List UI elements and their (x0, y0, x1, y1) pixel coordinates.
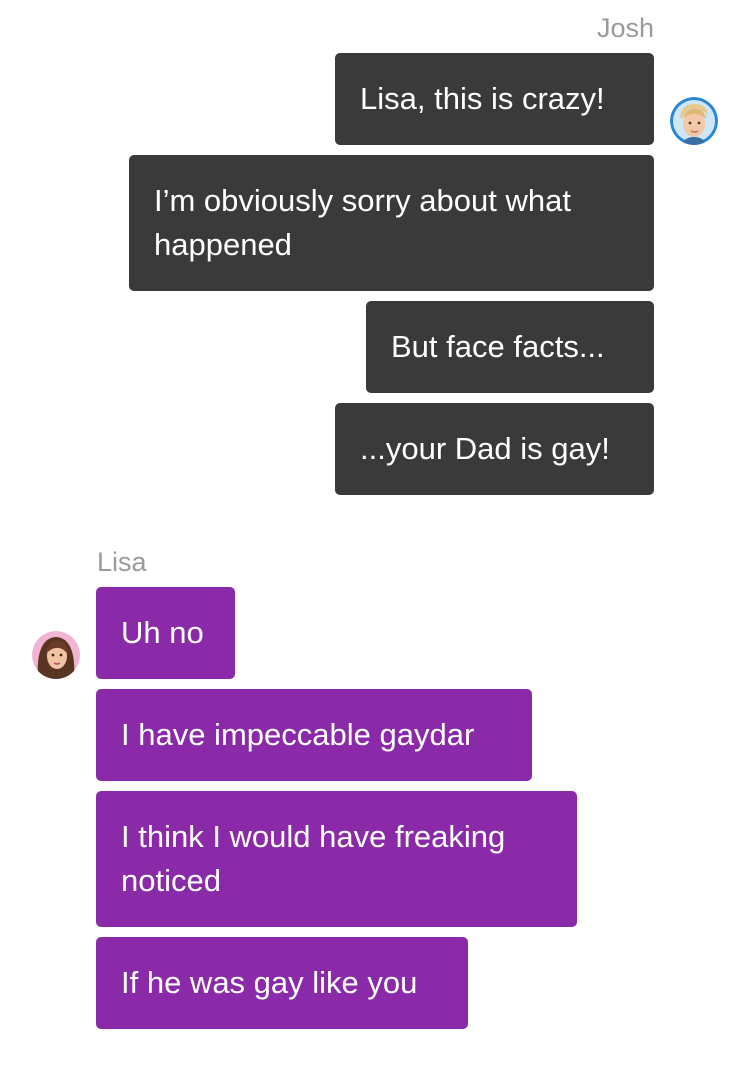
message-bubble-josh[interactable]: I’m obviously sorry about what happened (129, 155, 654, 291)
message-bubble-josh[interactable]: But face facts... (366, 301, 654, 393)
sender-name-josh: Josh (596, 13, 654, 43)
josh-avatar-icon[interactable] (670, 97, 718, 145)
message-bubble-lisa[interactable]: I have impeccable gaydar (96, 689, 532, 781)
message-bubble-josh[interactable]: ...your Dad is gay! (335, 403, 654, 495)
message-bubble-josh[interactable]: Lisa, this is crazy! (335, 53, 654, 145)
message-bubble-lisa[interactable]: Uh no (96, 587, 235, 679)
message-bubble-lisa[interactable]: I think I would have freaking noticed (96, 791, 577, 927)
message-bubble-lisa[interactable]: If he was gay like you (96, 937, 468, 1029)
sender-name-lisa: Lisa (97, 547, 147, 577)
lisa-avatar-icon[interactable] (32, 631, 80, 679)
